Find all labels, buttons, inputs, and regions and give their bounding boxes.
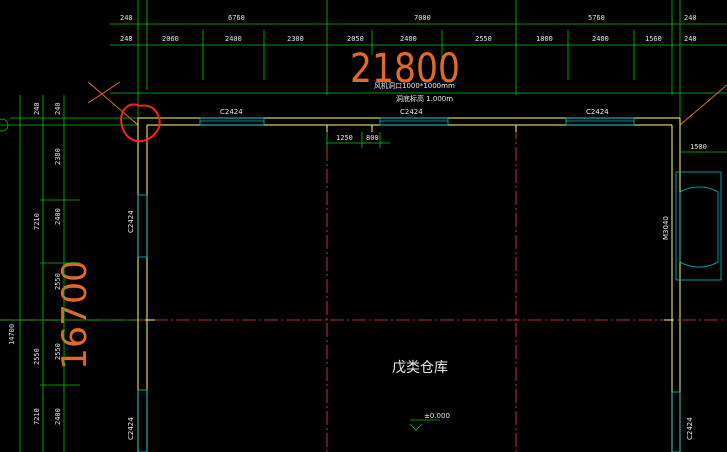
top-dim-row2: 240 2060 2400 2300 2050 2400 2550 1800 2… [120, 35, 697, 43]
top-dim-4: 5760 [588, 14, 605, 22]
left-dim-inner-6: 2400 [54, 408, 62, 425]
top-dim2-7: 2550 [475, 35, 492, 43]
top-dim2-1: 240 [120, 35, 133, 43]
window-tag-right-1: C2424 [686, 417, 694, 440]
top-dim-3: 7000 [414, 14, 431, 22]
window-left-1[interactable] [137, 194, 148, 258]
top-dim2-2: 2060 [162, 35, 179, 43]
door-m3040[interactable] [675, 171, 722, 281]
top-dim2-6: 2400 [400, 35, 417, 43]
elevation-symbol [409, 419, 440, 431]
axis-lines [0, 125, 727, 452]
windows-top [199, 117, 635, 126]
small-dims: 1250 800 1500 [326, 132, 727, 153]
left-dim-outer-3: 2550 [33, 348, 41, 365]
window-tag-2: C2424 [400, 108, 423, 116]
note-duct: 风机洞口1000*1000mm [374, 81, 455, 90]
walls [137, 117, 681, 452]
small-dim-1500: 1500 [690, 143, 707, 151]
small-dim-800: 800 [366, 134, 379, 142]
cad-drawing-viewport[interactable]: 240 6760 7000 5760 240 240 2060 2400 230… [0, 0, 727, 452]
window-top-2[interactable] [379, 117, 449, 126]
window-tag-left-2: C2424 [127, 417, 135, 440]
left-dim-outer-2: 7210 [33, 213, 41, 230]
top-dim2-5: 2050 [347, 35, 364, 43]
door-tag: M3040 [662, 216, 670, 240]
elevation-label: ±0.000 [424, 412, 450, 420]
window-right-1[interactable] [671, 391, 681, 452]
window-left-2[interactable] [137, 389, 148, 452]
wall-ticks [145, 125, 674, 321]
markup-circle [120, 103, 161, 143]
top-dim-1: 240 [120, 14, 133, 22]
top-dim2-10: 1560 [645, 35, 662, 43]
left-dim-inner-1: 240 [54, 102, 62, 115]
top-dim2-8: 1800 [536, 35, 553, 43]
room-label: 戊类仓库 [392, 360, 448, 376]
left-dim-inner-3: 2400 [54, 208, 62, 225]
floor-plan-canvas[interactable]: 240 6760 7000 5760 240 240 2060 2400 230… [0, 0, 727, 452]
note-top: 洞底标高 1.000m [396, 94, 453, 103]
window-tag-1: C2424 [220, 108, 243, 116]
top-dim-5: 240 [684, 14, 697, 22]
left-dims: 240 7210 2550 7210 240 2380 2400 2550 25… [8, 102, 62, 425]
small-dim-1250: 1250 [336, 134, 353, 142]
window-top-1[interactable] [199, 117, 265, 126]
window-tag-left-1: C2424 [127, 210, 135, 233]
left-dim-inner-4: 2550 [54, 273, 62, 290]
left-dim-inner-5: 2550 [54, 343, 62, 360]
left-dim-total: 14700 [8, 324, 16, 345]
top-dim2-11: 240 [684, 35, 697, 43]
windows-side [137, 194, 681, 452]
window-top-3[interactable] [565, 117, 635, 126]
left-dim-outer-4: 7210 [33, 408, 41, 425]
top-dim-2: 6760 [228, 14, 245, 22]
top-dim-row1: 240 6760 7000 5760 240 [120, 14, 697, 22]
left-dim-inner-2: 2380 [54, 148, 62, 165]
top-dim2-3: 2400 [225, 35, 242, 43]
left-dim-outer-1: 240 [33, 102, 41, 115]
top-dim2-9: 2400 [592, 35, 609, 43]
top-dim2-4: 2300 [287, 35, 304, 43]
window-tag-3: C2424 [586, 108, 609, 116]
